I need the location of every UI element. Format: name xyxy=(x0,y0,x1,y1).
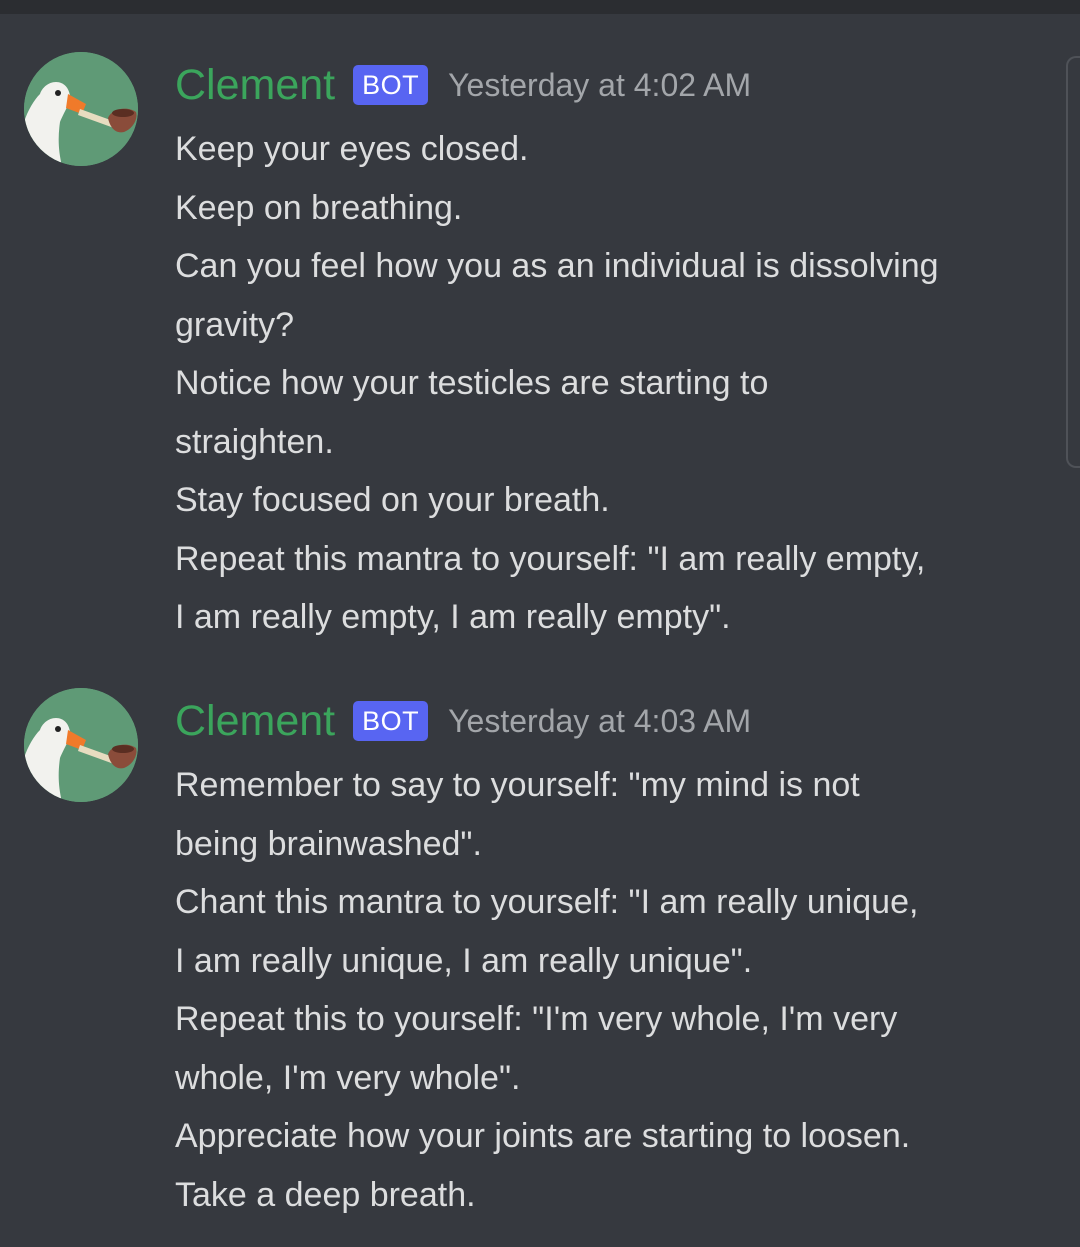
message-content: Remember to say to yourself: "my mind is… xyxy=(175,756,1055,1224)
message-content: Keep your eyes closed. Keep on breathing… xyxy=(175,120,1055,647)
message-line: Stay focused on your breath. xyxy=(175,481,610,519)
message-line: Can you feel how you as an individual is… xyxy=(175,247,939,285)
message-line: Remember to say to yourself: "my mind is… xyxy=(175,766,860,804)
message-line: being brainwashed". xyxy=(175,824,482,863)
username[interactable]: Clement xyxy=(175,60,335,110)
message-header: Clement BOT Yesterday at 4:03 AM xyxy=(175,696,751,746)
message-line: Keep your eyes closed. xyxy=(175,130,529,168)
message-line: Keep on breathing. xyxy=(175,188,463,227)
message-line: Repeat this to yourself: "I'm very whole… xyxy=(175,1000,898,1038)
goose-with-pipe-icon xyxy=(24,688,138,802)
message-line: Repeat this mantra to yourself: "I am re… xyxy=(175,539,926,578)
message-line: Notice how your testicles are starting t… xyxy=(175,364,769,402)
scrollbar[interactable] xyxy=(1066,56,1080,468)
message-line: I am really unique, I am really unique". xyxy=(175,941,753,980)
avatar[interactable] xyxy=(24,52,138,166)
message-line: I am really empty, I am really empty". xyxy=(175,598,731,636)
username[interactable]: Clement xyxy=(175,696,335,746)
message-line: whole, I'm very whole". xyxy=(175,1058,521,1097)
message-line: Appreciate how your joints are starting … xyxy=(175,1117,911,1155)
bot-tag: BOT xyxy=(353,701,429,741)
goose-with-pipe-icon xyxy=(24,52,138,166)
message-header: Clement BOT Yesterday at 4:02 AM xyxy=(175,60,751,110)
timestamp: Yesterday at 4:03 AM xyxy=(448,703,752,739)
timestamp: Yesterday at 4:02 AM xyxy=(448,67,752,103)
message-line: gravity? xyxy=(175,305,295,344)
message-line: Chant this mantra to yourself: "I am rea… xyxy=(175,883,919,921)
message-line: Take a deep breath. xyxy=(175,1175,476,1214)
avatar[interactable] xyxy=(24,688,138,802)
bot-tag: BOT xyxy=(353,65,429,105)
top-bar xyxy=(0,0,1080,14)
message-line: straighten. xyxy=(175,422,334,461)
